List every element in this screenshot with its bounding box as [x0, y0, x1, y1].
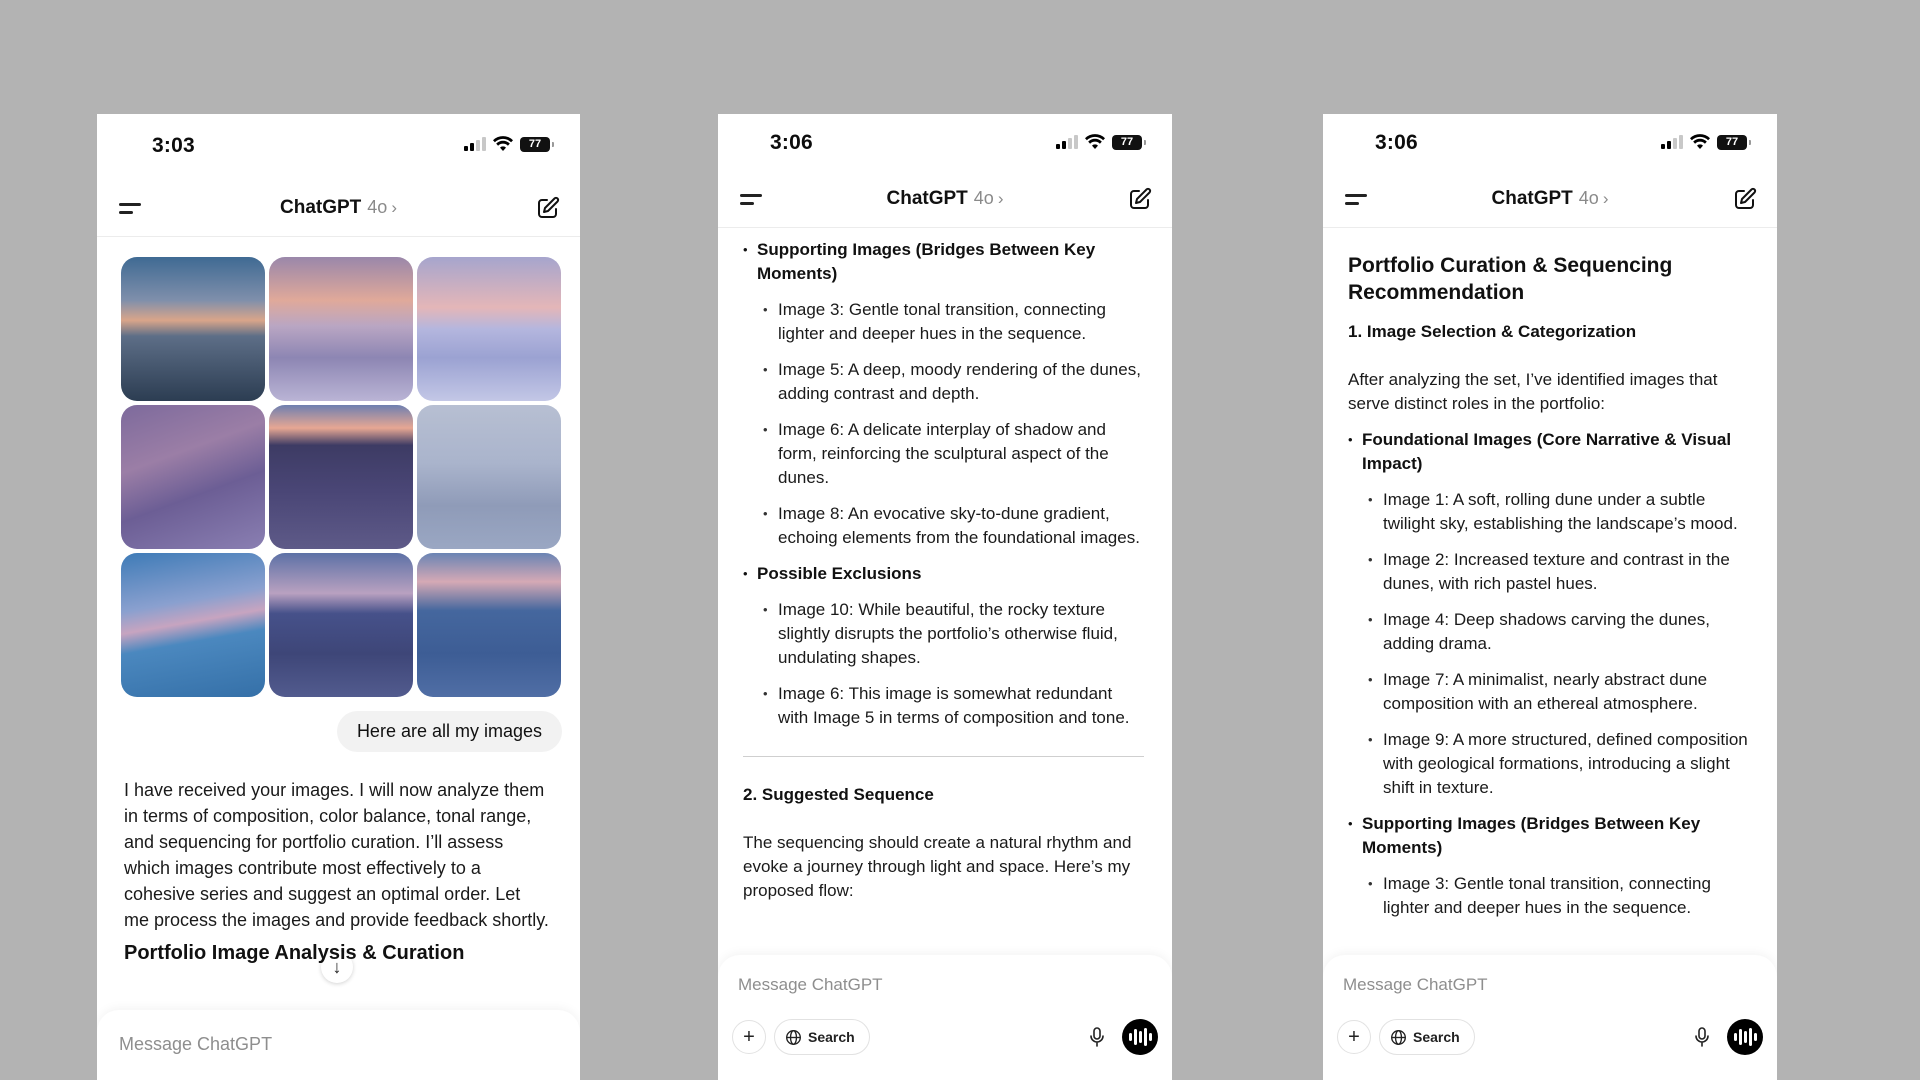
app-title: ChatGPT [886, 188, 968, 209]
paragraph: The sequencing should create a natural r… [743, 833, 1132, 900]
top-nav: ChatGPT 4o › [1323, 171, 1777, 228]
model-selector[interactable]: ChatGPT 4o › [1492, 188, 1609, 210]
status-bar: 3:06 77 [718, 114, 1172, 174]
section-heading: 1. Image Selection & Categorization [1348, 322, 1637, 341]
section-bullet: Supporting Images (Bridges Between Key M… [1348, 812, 1749, 860]
assistant-heading: Portfolio Image Analysis & Curation [124, 942, 465, 964]
cellular-signal-icon [1056, 135, 1078, 149]
globe-icon [1391, 1029, 1406, 1045]
image-thumbnail[interactable] [417, 257, 561, 401]
status-bar: 3:06 77 [1323, 114, 1777, 174]
list-item: Image 8: An evocative sky-to-dune gradie… [743, 502, 1144, 550]
voice-mode-button[interactable] [1727, 1019, 1763, 1055]
chat-content[interactable]: Portfolio Curation & Sequencing Recommen… [1323, 228, 1777, 960]
composer: Message ChatGPT + Search [718, 955, 1172, 1080]
status-time: 3:06 [1375, 131, 1418, 154]
phone-screen-3: 3:06 77 ChatGPT 4o › Portfolio Curation & … [1323, 114, 1777, 1080]
list-item: Image 9: A more structured, defined comp… [1348, 728, 1749, 800]
image-thumbnail[interactable] [269, 553, 413, 697]
chevron-right-icon: › [997, 189, 1004, 208]
microphone-button[interactable] [1685, 1020, 1719, 1054]
phone-screen-2: 3:06 77 ChatGPT4o› Supporting Images (Br… [718, 114, 1172, 1080]
composer: Message ChatGPT + Search [1323, 955, 1777, 1080]
paragraph: After analyzing the set, I’ve identified… [1348, 370, 1718, 413]
list-item: Image 3: Gentle tonal transition, connec… [1348, 872, 1749, 920]
message-input[interactable]: Message ChatGPT [1343, 975, 1488, 995]
message-input[interactable]: Message ChatGPT [738, 975, 883, 995]
section-bullet: Supporting Images (Bridges Between Key M… [743, 238, 1144, 286]
app-title: ChatGPT [1491, 188, 1573, 209]
list-item: Image 1: A soft, rolling dune under a su… [1348, 488, 1749, 536]
assistant-message: I have received your images. I will now … [124, 780, 549, 930]
wifi-icon [493, 136, 513, 151]
model-selector[interactable]: ChatGPT 4o › [887, 188, 1004, 210]
top-nav: ChatGPT 4o › [97, 180, 580, 237]
section-heading: 2. Suggested Sequence [743, 785, 934, 804]
microphone-icon [1090, 1027, 1104, 1047]
user-message-bubble: Here are all my images [336, 711, 562, 752]
assistant-response: Portfolio Curation & Sequencing Recommen… [1348, 238, 1749, 932]
list-item: Image 3: Gentle tonal transition, connec… [743, 298, 1144, 346]
list-item: Image 6: This image is somewhat redundan… [743, 682, 1144, 730]
new-chat-icon[interactable] [536, 196, 560, 220]
search-label: Search [808, 1029, 855, 1045]
wifi-icon [1085, 134, 1105, 149]
wifi-icon [1690, 134, 1710, 149]
battery-icon: 77 [520, 136, 554, 152]
image-thumbnail[interactable] [121, 405, 265, 549]
add-attachment-button[interactable]: + [1337, 1020, 1371, 1054]
battery-icon: 77 [1112, 134, 1146, 150]
search-button[interactable]: Search [1379, 1019, 1475, 1055]
cellular-signal-icon [1661, 135, 1683, 149]
voice-mode-button[interactable] [1122, 1019, 1158, 1055]
add-attachment-button[interactable]: + [732, 1020, 766, 1054]
section-bullet: Foundational Images (Core Narrative & Vi… [1348, 428, 1749, 476]
list-item: Image 5: A deep, moody rendering of the … [743, 358, 1144, 406]
status-time: 3:06 [770, 131, 813, 154]
chevron-right-icon: › [391, 198, 397, 217]
image-grid [121, 257, 561, 697]
status-bar: 3:03 77 [97, 114, 580, 174]
search-label: Search [1413, 1029, 1460, 1045]
image-thumbnail[interactable] [417, 553, 561, 697]
list-item: Image 10: While beautiful, the rocky tex… [743, 598, 1144, 670]
microphone-icon [1695, 1027, 1709, 1047]
image-thumbnail[interactable] [269, 405, 413, 549]
microphone-button[interactable] [1080, 1020, 1114, 1054]
battery-icon: 77 [1717, 134, 1751, 150]
composer: Message ChatGPT [97, 1010, 580, 1080]
list-item: Image 7: A minimalist, nearly abstract d… [1348, 668, 1749, 716]
assistant-response: Supporting Images (Bridges Between Key M… [743, 238, 1144, 915]
list-item: Image 6: A delicate interplay of shadow … [743, 418, 1144, 490]
image-thumbnail[interactable] [121, 553, 265, 697]
list-item: Image 4: Deep shadows carving the dunes,… [1348, 608, 1749, 656]
menu-icon[interactable] [1345, 191, 1367, 207]
globe-icon [786, 1029, 801, 1045]
model-selector[interactable]: ChatGPT 4o › [280, 197, 397, 219]
top-nav: ChatGPT 4o › [718, 171, 1172, 228]
image-thumbnail[interactable] [121, 257, 265, 401]
model-name: 4o [367, 197, 388, 217]
menu-icon[interactable] [740, 191, 762, 207]
list-item: Image 2: Increased texture and contrast … [1348, 548, 1749, 596]
image-thumbnail[interactable] [417, 405, 561, 549]
response-title: Portfolio Curation & Sequencing Recommen… [1348, 254, 1673, 304]
image-thumbnail[interactable] [269, 257, 413, 401]
section-bullet: Possible Exclusions [743, 562, 1144, 586]
chevron-right-icon: › [1602, 189, 1609, 208]
app-title: ChatGPT [280, 197, 362, 218]
divider [743, 756, 1144, 757]
model-name: 4o [973, 188, 994, 208]
chat-content[interactable]: Here are all my images I have received y… [97, 237, 580, 1010]
menu-icon[interactable] [119, 200, 141, 216]
chat-content[interactable]: Supporting Images (Bridges Between Key M… [718, 228, 1172, 960]
new-chat-icon[interactable] [1733, 187, 1757, 211]
message-input[interactable]: Message ChatGPT [119, 1034, 272, 1055]
model-name: 4o [1578, 188, 1599, 208]
new-chat-icon[interactable] [1128, 187, 1152, 211]
search-button[interactable]: Search [774, 1019, 870, 1055]
phone-screen-1: 3:03 77 ChatGPT 4o › Here are all my imag [97, 114, 580, 1080]
status-time: 3:03 [152, 134, 195, 157]
cellular-signal-icon [464, 137, 486, 151]
